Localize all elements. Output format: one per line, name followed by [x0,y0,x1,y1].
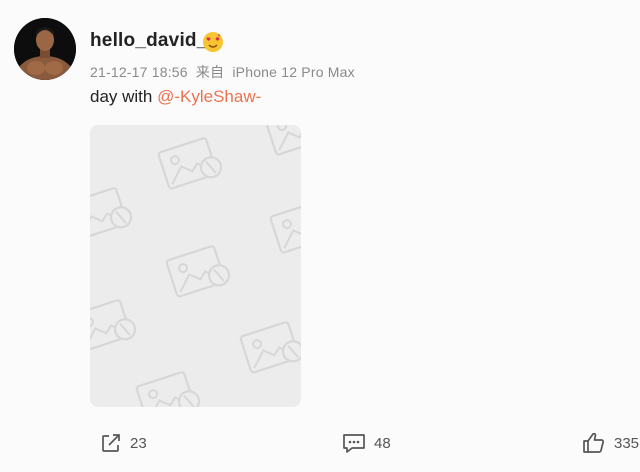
mention-link[interactable]: @-KyleShaw- [157,87,261,106]
share-button[interactable]: 23 [100,430,147,456]
device-name[interactable]: iPhone 12 Pro Max [232,64,354,80]
comment-icon [343,434,365,453]
share-count: 23 [130,434,147,452]
comment-button[interactable]: 48 [342,430,391,456]
avatar-image [14,18,76,80]
image-placeholder-icon [156,134,225,193]
post-text: day with @-KyleShaw- [90,87,261,107]
avatar[interactable] [14,18,76,80]
image-placeholder-pattern [90,125,301,407]
source-prefix: 来自 [195,64,225,80]
thumbs-up-icon [583,432,604,453]
timestamp: 21-12-17 18:56 [90,64,188,80]
post-text-prefix: day with [90,87,158,106]
comment-count: 48 [374,434,391,452]
like-count: 335 [614,434,640,452]
post-meta: 21-12-17 18:56 来自 iPhone 12 Pro Max [90,62,359,82]
share-icon [102,434,120,452]
username[interactable]: hello_david_ [90,30,208,52]
post-image[interactable] [90,125,301,407]
emoji-badge-icon [202,31,224,53]
like-button[interactable]: 335 [582,430,639,456]
